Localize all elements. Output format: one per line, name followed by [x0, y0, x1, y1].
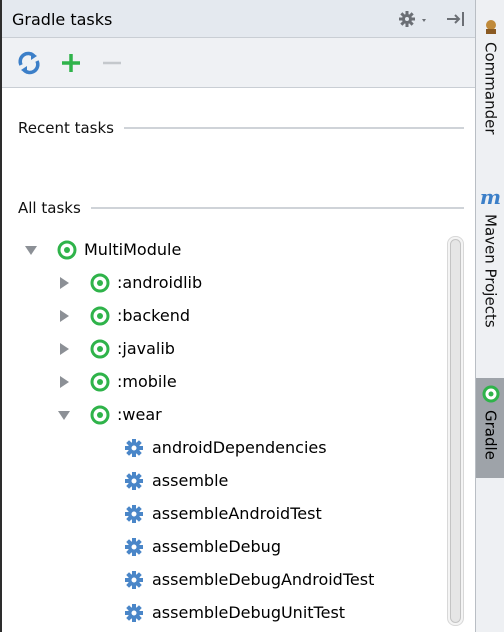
gradle-module-icon [90, 339, 110, 358]
tree-node-label: :mobile [117, 372, 177, 391]
gradle-tab-icon [482, 385, 499, 403]
gear-icon[interactable] [398, 9, 434, 29]
gradle-module-icon [90, 372, 110, 391]
all-tasks-header: All tasks [18, 196, 464, 220]
gradle-task-tree: MultiModule :androidlib :backend:javali… [2, 232, 447, 632]
tree-scrollbar[interactable] [447, 236, 464, 626]
tree-node-module[interactable]: :backend [57, 299, 190, 332]
gear-task-icon [125, 438, 143, 457]
tree-node-task[interactable]: assemble [124, 464, 228, 497]
hide-panel-icon[interactable] [444, 9, 468, 29]
maven-icon: m [479, 185, 502, 209]
expanded-arrow-icon[interactable] [24, 243, 38, 257]
gear-task-icon [125, 537, 143, 556]
gear-task-icon [125, 570, 143, 589]
minus-icon[interactable] [97, 48, 127, 78]
gear-task-icon [125, 504, 143, 523]
commander-icon [485, 20, 496, 34]
tab-gradle[interactable]: Gradle [476, 378, 504, 478]
tab-maven-label: Maven Projects [481, 214, 500, 328]
tree-node-task[interactable]: assembleDebugUnitTest [124, 596, 345, 629]
tool-window-header: Gradle tasks [2, 0, 475, 38]
tab-commander[interactable]: Commander [476, 18, 504, 178]
task-label: assembleDebug [152, 537, 281, 556]
scrollbar-thumb[interactable] [450, 239, 461, 623]
task-label: assembleAndroidTest [152, 504, 322, 523]
gradle-module-icon [90, 405, 110, 424]
task-label: assembleDebugUnitTest [152, 603, 346, 622]
gradle-toolbar [2, 38, 475, 88]
collapsed-arrow-icon[interactable] [57, 342, 71, 356]
tree-node-label: :backend [117, 306, 190, 325]
ide-window: Gradle tasks Recent tasks All tasks Mult… [0, 0, 504, 632]
task-label: assembleDebugAndroidTest [152, 570, 375, 589]
tool-window-strip: Commander m Maven Projects Gradle [475, 0, 504, 632]
gradle-module-icon [90, 306, 110, 325]
all-tasks-label: All tasks [18, 199, 81, 217]
tree-node-module[interactable]: :javalib [57, 332, 175, 365]
recent-tasks-header: Recent tasks [18, 116, 464, 140]
gear-task-icon [125, 471, 143, 490]
tree-node-task[interactable]: androidDependencies [124, 431, 327, 464]
tree-node-root[interactable]: MultiModule [24, 233, 181, 266]
tree-node-label: MultiModule [84, 240, 182, 259]
gradle-module-icon [90, 273, 110, 292]
tree-node-task[interactable]: assembleAndroidTest [124, 497, 322, 530]
collapsed-arrow-icon[interactable] [57, 309, 71, 323]
gradle-project-icon [57, 240, 77, 259]
tree-node-module[interactable]: :androidlib [57, 266, 202, 299]
plus-icon[interactable] [56, 48, 86, 78]
task-label: androidDependencies [152, 438, 327, 457]
tree-node-label: :wear [117, 405, 162, 424]
tab-maven-projects[interactable]: m Maven Projects [476, 186, 504, 372]
recent-tasks-label: Recent tasks [18, 119, 114, 137]
tree-node-module[interactable]: :mobile [57, 365, 177, 398]
section-divider [124, 127, 464, 129]
tool-window-title: Gradle tasks [12, 10, 113, 29]
collapsed-arrow-icon[interactable] [57, 375, 71, 389]
tree-node-label: :javalib [117, 339, 175, 358]
tab-commander-label: Commander [481, 42, 500, 135]
tree-node-task[interactable]: assembleDebug [124, 530, 281, 563]
refresh-icon[interactable] [14, 48, 44, 78]
tab-gradle-label: Gradle [481, 410, 500, 460]
gear-task-icon [125, 603, 143, 622]
task-label: assemble [152, 471, 229, 490]
section-divider [90, 207, 464, 209]
expanded-arrow-icon[interactable] [57, 408, 71, 422]
gradle-tool-window: Gradle tasks Recent tasks All tasks Mult… [0, 0, 475, 632]
tree-node-label: :androidlib [117, 273, 203, 292]
tree-node-task[interactable]: assembleDebugAndroidTest [124, 563, 374, 596]
collapsed-arrow-icon[interactable] [57, 276, 71, 290]
tree-node-module[interactable]: :wear [57, 398, 162, 431]
